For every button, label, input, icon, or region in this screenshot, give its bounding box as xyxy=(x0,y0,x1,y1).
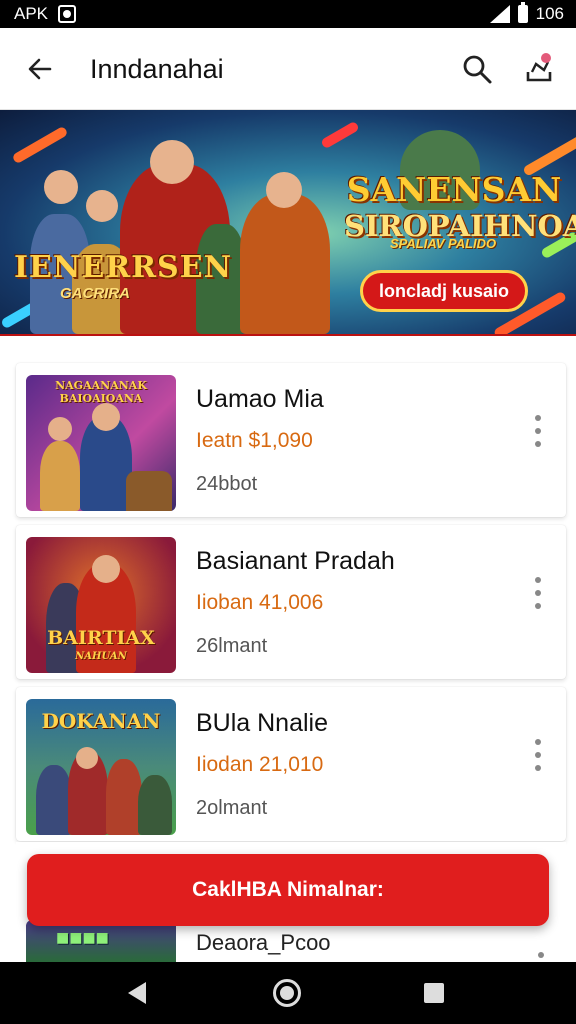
system-nav-bar xyxy=(0,962,576,1024)
search-icon[interactable] xyxy=(460,52,494,86)
thumbnail-title: NAGAANANAK BAIOAIOANA xyxy=(55,379,147,405)
banner-left-title: IENERRSEN xyxy=(14,250,233,285)
status-bar: APK 106 xyxy=(0,0,576,28)
product-thumbnail: ■■■■ xyxy=(26,920,176,962)
banner-hero-head xyxy=(86,190,118,222)
promo-banner[interactable]: IENERRSEN GACRIRA SANENSAN SIROPAIHNOAN … xyxy=(0,110,576,336)
cart-icon[interactable] xyxy=(522,50,556,86)
product-name: Uamao Mia xyxy=(196,385,324,413)
status-time: 106 xyxy=(535,4,564,23)
product-price: Ieatn $1,090 xyxy=(196,429,313,452)
banner-cta-button[interactable]: loncladj kusaio xyxy=(360,270,528,312)
product-meta: 26lmant xyxy=(196,635,268,657)
product-meta: 2olmant xyxy=(196,797,268,819)
notification-icon xyxy=(58,5,77,23)
product-thumbnail: NAGAANANAK BAIOAIOANA xyxy=(26,375,176,511)
product-name: Basianant Pradah xyxy=(196,547,395,575)
product-name: BUla Nnalie xyxy=(196,709,329,737)
product-name: Deaora_Pcoo xyxy=(196,930,331,955)
banner-hero-head xyxy=(266,172,302,208)
list-item[interactable]: NAGAANANAK BAIOAIOANA Uamao Mia Ieatn $1… xyxy=(16,363,566,517)
banner-hero xyxy=(240,194,330,334)
list-item[interactable]: BAIRTIAX NAHUAN Basianant Pradah Iioban … xyxy=(16,525,566,679)
signal-icon xyxy=(489,5,510,23)
page-title: Inndanahai xyxy=(90,54,224,84)
product-price: Iiodan 21,010 xyxy=(196,753,324,776)
product-thumbnail: BAIRTIAX NAHUAN xyxy=(26,537,176,673)
product-meta: 24bbot xyxy=(196,473,258,495)
status-app-label: APK xyxy=(14,4,49,23)
banner-right-title: SANENSAN SIROPAIHNOAN xyxy=(344,170,576,244)
more-vert-icon[interactable] xyxy=(530,573,546,613)
product-price: Iioban 41,006 xyxy=(196,591,324,614)
thumbnail-subtitle: NAHUAN xyxy=(75,651,127,662)
back-arrow-icon[interactable] xyxy=(24,53,56,85)
thumbnail-title: BAIRTIAX xyxy=(47,627,155,649)
more-vert-icon[interactable] xyxy=(530,411,546,451)
banner-tagline: SPALIAV PALIDO xyxy=(390,236,497,251)
more-vert-icon[interactable] xyxy=(538,952,544,958)
banner-left-subtitle: GACRIRA xyxy=(60,285,130,302)
banner-hero-head xyxy=(150,140,194,184)
list-item[interactable]: DOKANAN BUla Nnalie Iiodan 21,010 2olman… xyxy=(16,687,566,841)
thumbnail-title: DOKANAN xyxy=(41,709,161,733)
banner-hero-head xyxy=(44,170,78,204)
nav-back-icon[interactable] xyxy=(128,982,146,1004)
more-vert-icon[interactable] xyxy=(530,735,546,775)
nav-recents-icon[interactable] xyxy=(424,983,444,1003)
app-bar: Inndanahai xyxy=(0,28,576,110)
battery-icon xyxy=(517,2,528,23)
primary-action-button[interactable]: CaklHBA Nimalnar: xyxy=(27,854,549,926)
product-thumbnail: DOKANAN xyxy=(26,699,176,835)
banner-right-title-line1: SANENSAN xyxy=(346,170,562,209)
nav-home-icon[interactable] xyxy=(273,979,301,1007)
